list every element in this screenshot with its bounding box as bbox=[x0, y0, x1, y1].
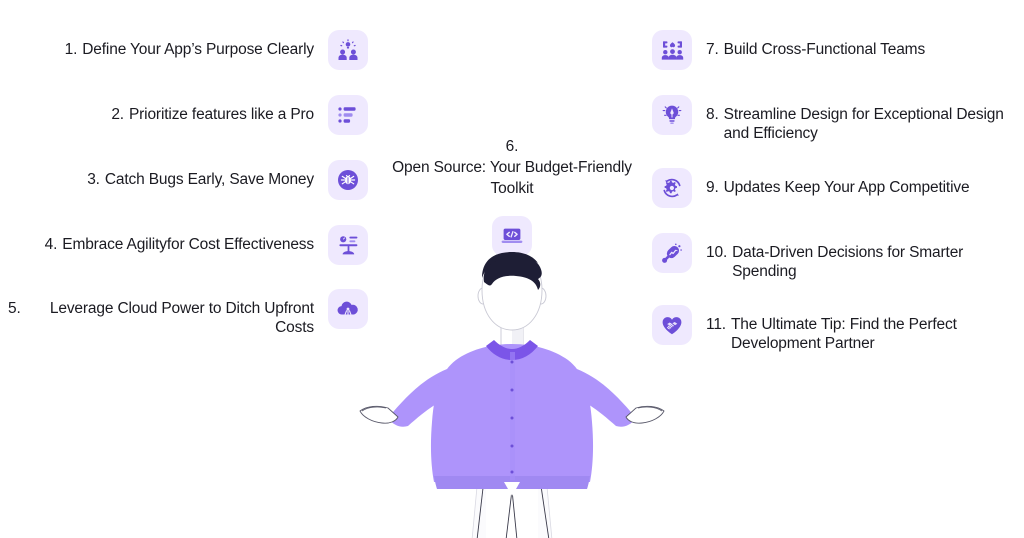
man-open-arms-illustration bbox=[336, 248, 688, 538]
tip-number: 4. bbox=[44, 236, 58, 253]
gear-refresh-icon bbox=[652, 168, 692, 208]
left-tips-column: 1. Define Your App’s Purpose Clearly 2. … bbox=[8, 30, 368, 337]
list-item[interactable]: 5. Leverage Cloud Power to Ditch Upfront… bbox=[8, 289, 368, 337]
list-item[interactable]: 7. Build Cross-Functional Teams bbox=[652, 30, 1012, 70]
tip-text: 7. Build Cross-Functional Teams bbox=[692, 30, 925, 59]
tip-label: Build Cross-Functional Teams bbox=[723, 41, 926, 58]
tip-text: 2. Prioritize features like a Pro bbox=[111, 95, 328, 124]
right-tips-column: 7. Build Cross-Functional Teams 8. Strea… bbox=[652, 30, 1012, 353]
tip-label: Catch Bugs Early, Save Money bbox=[104, 171, 314, 188]
tip-text: 5. Leverage Cloud Power to Ditch Upfront… bbox=[8, 289, 328, 337]
tip-number: 11. bbox=[706, 316, 726, 333]
tip-number: 10. bbox=[706, 244, 728, 261]
list-item[interactable]: 11. The Ultimate Tip: Find the Perfect D… bbox=[652, 305, 1012, 353]
tip-number: 2. bbox=[111, 106, 124, 123]
tip-number: 1. bbox=[64, 41, 78, 58]
tip-text: 11. The Ultimate Tip: Find the Perfect D… bbox=[692, 305, 1012, 353]
bulb-pen-icon bbox=[652, 95, 692, 135]
infographic-canvas: 1. Define Your App’s Purpose Clearly 2. … bbox=[0, 0, 1024, 538]
center-tip-item[interactable]: 6. Open Source: Your Budget-Friendly Too… bbox=[392, 136, 632, 256]
tip-label: Data-Driven Decisions for Smarter Spendi… bbox=[732, 244, 964, 280]
tip-label: Leverage Cloud Power to Ditch Upfront Co… bbox=[49, 300, 314, 336]
tip-number: 8. bbox=[706, 106, 719, 123]
tip-text: 1. Define Your App’s Purpose Clearly bbox=[65, 30, 328, 59]
tip-label: Define Your App’s Purpose Clearly bbox=[82, 41, 314, 58]
tip-label: Embrace Agilityfor Cost Effectiveness bbox=[62, 236, 314, 253]
tip-number: 9. bbox=[706, 179, 719, 196]
priority-list-icon bbox=[328, 95, 368, 135]
bug-icon bbox=[328, 160, 368, 200]
tip-label: Streamline Design for Exceptional Design… bbox=[723, 106, 1004, 142]
list-item[interactable]: 4. Embrace Agilityfor Cost Effectiveness bbox=[8, 225, 368, 265]
tip-number: 6. bbox=[505, 138, 519, 155]
list-item[interactable]: 3. Catch Bugs Early, Save Money bbox=[8, 160, 368, 200]
team-group-icon bbox=[652, 30, 692, 70]
tip-label: Updates Keep Your App Competitive bbox=[723, 179, 970, 196]
tip-number: 5. bbox=[8, 300, 21, 317]
list-item[interactable]: 9. Updates Keep Your App Competitive bbox=[652, 168, 1012, 208]
tip-text: 8. Streamline Design for Exceptional Des… bbox=[692, 95, 1012, 143]
list-item[interactable]: 10. Data-Driven Decisions for Smarter Sp… bbox=[652, 233, 1012, 281]
tip-text: 6. Open Source: Your Budget-Friendly Too… bbox=[392, 136, 632, 199]
tip-text: 9. Updates Keep Your App Competitive bbox=[692, 168, 970, 197]
tip-text: 3. Catch Bugs Early, Save Money bbox=[87, 160, 328, 189]
tip-label: The Ultimate Tip: Find the Perfect Devel… bbox=[730, 316, 957, 352]
list-item[interactable]: 2. Prioritize features like a Pro bbox=[8, 95, 368, 135]
tip-number: 7. bbox=[706, 41, 719, 58]
people-idea-icon bbox=[328, 30, 368, 70]
list-item[interactable]: 8. Streamline Design for Exceptional Des… bbox=[652, 95, 1012, 143]
tip-number: 3. bbox=[87, 171, 100, 188]
tip-text: 10. Data-Driven Decisions for Smarter Sp… bbox=[692, 233, 1012, 281]
list-item[interactable]: 1. Define Your App’s Purpose Clearly bbox=[8, 30, 368, 70]
tip-text: 4. Embrace Agilityfor Cost Effectiveness bbox=[45, 225, 328, 254]
tip-label: Open Source: Your Budget-Friendly Toolki… bbox=[392, 159, 632, 197]
tip-label: Prioritize features like a Pro bbox=[128, 106, 314, 123]
